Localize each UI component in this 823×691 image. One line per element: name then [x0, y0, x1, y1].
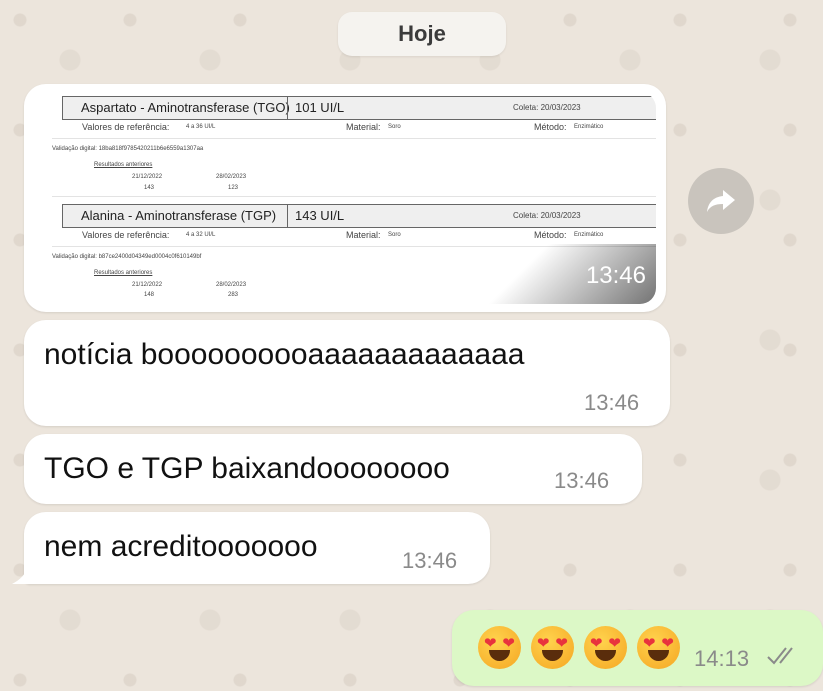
message-text: nem acreditooooooo: [44, 530, 318, 563]
heart-eyes-emoji-icon: ❤ ❤: [637, 626, 680, 669]
message-time: 13:46: [554, 468, 610, 493]
test-header-tgp: Alanina - Aminotransferase (TGP) 143 UI/…: [62, 204, 656, 228]
previous-value: 148: [144, 292, 155, 298]
image-message-bubble[interactable]: Aspartato - Aminotransferase (TGO) 101 U…: [24, 84, 666, 312]
material-label: Material:: [346, 122, 381, 132]
heart-eyes-emoji-icon: ❤ ❤: [584, 626, 627, 669]
bubble-tail: [12, 566, 34, 584]
separator: [52, 138, 656, 139]
previous-results-label: Resultados anteriores: [94, 270, 153, 276]
previous-value: 123: [228, 185, 239, 191]
previous-date: 28/02/2023: [216, 174, 247, 180]
message-bubble[interactable]: TGO e TGP baixandoooooooo 13:46: [24, 434, 642, 504]
test-value: 143 UI/L: [295, 208, 345, 223]
collection-date: Coleta: 20/03/2023: [513, 211, 581, 220]
date-chip-label: Hoje: [398, 21, 446, 46]
collection-date: Coleta: 20/03/2023: [513, 103, 581, 112]
message-time: 13:46: [585, 262, 646, 289]
method-label: Método:: [534, 122, 567, 132]
message-bubble[interactable]: nem acreditooooooo 13:46: [24, 512, 490, 584]
message-text: notícia boooooooooaaaaaaaaaaaaa: [44, 338, 525, 371]
previous-date: 21/12/2022: [132, 174, 163, 180]
message-bubble[interactable]: notícia boooooooooaaaaaaaaaaaaa 13:46: [24, 320, 670, 426]
reference-value: 4 a 36 UI/L: [186, 124, 216, 130]
forward-icon: [707, 190, 735, 212]
previous-date: 28/02/2023: [216, 282, 247, 288]
previous-value: 143: [144, 185, 155, 191]
method-value: Enzimático: [574, 232, 604, 238]
test-value: 101 UI/L: [295, 100, 345, 115]
reference-label: Valores de referência:: [82, 122, 170, 132]
digital-validation: Validação digital: b87ce2400d04349ed0004…: [52, 254, 202, 260]
heart-eyes-emoji-icon: ❤ ❤: [478, 626, 521, 669]
message-text: TGO e TGP baixandoooooooo: [44, 452, 450, 485]
previous-date: 21/12/2022: [132, 282, 163, 288]
test-name: Aspartato - Aminotransferase (TGO): [81, 100, 290, 115]
divider: [287, 205, 288, 227]
digital-validation: Validação digital: 18ba818f9785420211b6e…: [52, 146, 204, 152]
test-header-tgo: Aspartato - Aminotransferase (TGO) 101 U…: [62, 96, 656, 120]
emoji-row: ❤ ❤ ❤ ❤ ❤ ❤ ❤ ❤: [478, 626, 680, 669]
message-time: 14:13: [694, 646, 750, 671]
material-value: Soro: [388, 124, 401, 130]
separator: [52, 196, 656, 197]
date-chip: Hoje: [338, 12, 506, 56]
reference-label: Valores de referência:: [82, 230, 170, 240]
message-time: 13:46: [584, 390, 640, 415]
lab-report-image[interactable]: Aspartato - Aminotransferase (TGO) 101 U…: [34, 92, 656, 304]
heart-eyes-emoji-icon: ❤ ❤: [531, 626, 574, 669]
material-value: Soro: [388, 232, 401, 238]
forward-button[interactable]: [688, 168, 754, 234]
divider: [287, 97, 288, 119]
reference-value: 4 a 32 UI/L: [186, 232, 216, 238]
method-label: Método:: [534, 230, 567, 240]
previous-results-label: Resultados anteriores: [94, 162, 153, 168]
previous-value: 283: [228, 292, 239, 298]
material-label: Material:: [346, 230, 381, 240]
message-time: 13:46: [402, 548, 458, 573]
method-value: Enzimático: [574, 124, 604, 130]
read-receipt-icon: [767, 647, 793, 665]
test-name: Alanina - Aminotransferase (TGP): [81, 208, 277, 223]
